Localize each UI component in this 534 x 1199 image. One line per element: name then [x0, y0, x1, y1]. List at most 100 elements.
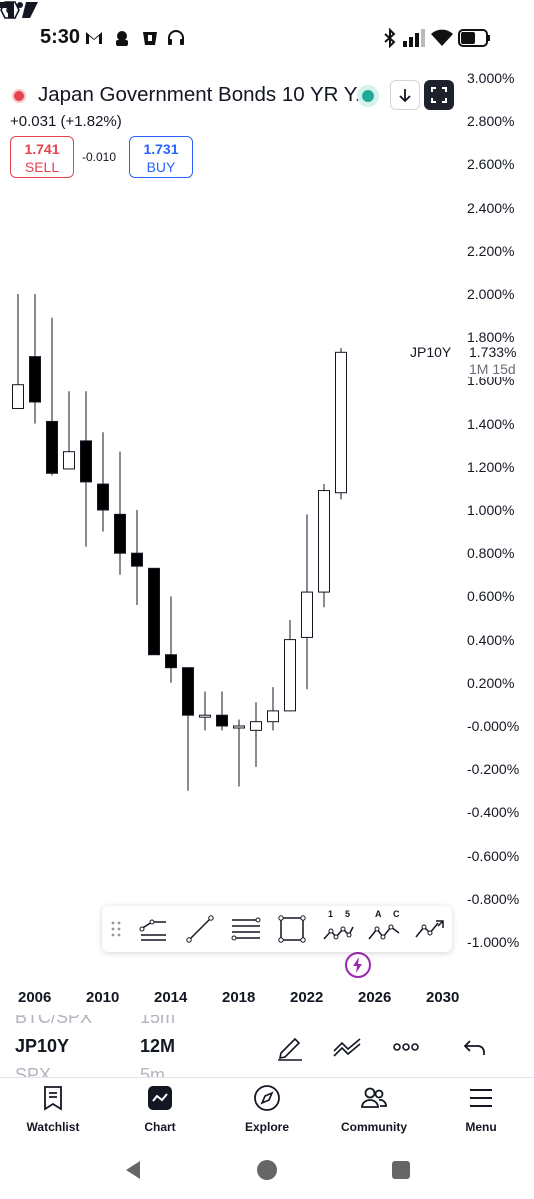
price-axis-tick: -0.000%	[467, 718, 520, 734]
nav-explore[interactable]: Explore	[222, 1084, 312, 1134]
price-axis-tick: 2.600%	[467, 156, 515, 173]
nav-menu[interactable]: Menu	[436, 1084, 526, 1134]
candle-body-up	[284, 639, 296, 712]
next-interval[interactable]: 5m	[140, 1065, 165, 1077]
pen-icon[interactable]	[275, 1033, 307, 1061]
home-icon[interactable]	[256, 1159, 278, 1181]
last-price-value: 1.733%	[469, 344, 517, 360]
price-axis-tick: -0.400%	[467, 804, 520, 821]
time-axis-tick: 2018	[222, 989, 256, 1006]
candle-body-down	[80, 440, 92, 483]
collapse-button[interactable]	[390, 80, 420, 110]
rectangle-tool-icon[interactable]	[276, 913, 308, 945]
candle[interactable]	[131, 510, 143, 606]
candle[interactable]	[182, 667, 194, 791]
time-axis-tick: 2030	[426, 989, 460, 1006]
nav-chart[interactable]: Chart	[115, 1084, 205, 1134]
time-axis-tick: 2026	[358, 989, 392, 1006]
candle-body-up	[199, 714, 211, 718]
nav-watchlist[interactable]: Watchlist	[8, 1084, 98, 1134]
system-navigation-bar[interactable]	[0, 1140, 534, 1199]
candle[interactable]	[233, 719, 245, 787]
last-price-symbol: JP10Y	[410, 344, 452, 360]
candle-body-down	[148, 567, 160, 656]
candle-body-down	[97, 483, 109, 511]
back-icon[interactable]	[122, 1159, 144, 1181]
fib-retracement-tool-icon[interactable]	[230, 913, 262, 945]
candle[interactable]	[284, 620, 296, 712]
more-icon[interactable]	[390, 1033, 422, 1061]
drawing-toolbar[interactable]: 1 5 A C	[102, 906, 452, 952]
candle-body-up	[267, 710, 279, 723]
symbol-name[interactable]: Japan Government Bonds 10 YR Y...	[38, 83, 372, 107]
candle-body-down	[29, 356, 41, 403]
market-status-icon[interactable]	[357, 85, 379, 107]
candle-body-up	[63, 451, 75, 470]
indicators-icon[interactable]	[332, 1033, 364, 1061]
candle[interactable]	[80, 391, 92, 547]
candle-body-up	[301, 591, 313, 638]
flash-icon[interactable]	[345, 952, 371, 978]
price-change: +0.031 (+1.82%)	[10, 113, 122, 130]
chart-area[interactable]: 3.000% 2.800% 2.600% 2.400% 2.200% 2.000% 1.80…	[0, 0, 534, 1015]
candle[interactable]	[165, 596, 177, 683]
candle[interactable]	[318, 484, 330, 608]
candle-body-up	[233, 725, 245, 729]
nav-watchlist-label: Watchlist	[26, 1120, 80, 1134]
recents-icon[interactable]	[390, 1159, 412, 1181]
price-axis-tick: 2.400%	[467, 199, 515, 216]
prev-symbol[interactable]: BTC/SPX	[15, 1015, 92, 1028]
bottom-navigation[interactable]: Watchlist Chart Explore Community Menu	[0, 1078, 534, 1140]
sell-price: 1.741	[24, 141, 60, 157]
candle[interactable]	[250, 702, 262, 768]
symbol-interval-bar[interactable]: BTC/SPX 15m JP10Y 12M SPX 5m	[0, 1015, 534, 1078]
elliott-wave-tool-icon[interactable]: 1 5	[322, 909, 354, 945]
candle-body-down	[165, 654, 177, 669]
candle[interactable]	[97, 432, 109, 532]
time-axis-tick: 2014	[154, 989, 188, 1006]
nav-community-label: Community	[341, 1120, 407, 1134]
chart-settings-icon[interactable]	[0, 0, 20, 20]
price-axis-tick: -1.000%	[467, 934, 520, 950]
candle[interactable]	[199, 691, 211, 731]
abcd-pattern-tool-icon[interactable]: A C	[368, 909, 400, 945]
price-axis-tick: 1.200%	[467, 458, 515, 475]
sell-button[interactable]: 1.741 SELL	[10, 136, 74, 178]
chart-icon	[148, 1086, 172, 1110]
price-axis-tick: 0.400%	[467, 631, 515, 648]
time-axis-tick: 2022	[290, 989, 324, 1006]
fullscreen-button[interactable]	[424, 80, 454, 110]
time-axis-tick: 2010	[86, 989, 120, 1006]
candle-body-down	[114, 513, 126, 554]
undo-icon[interactable]	[460, 1033, 492, 1061]
candle-body-down	[46, 420, 58, 474]
symbol-selector[interactable]: JP10Y	[15, 1036, 69, 1057]
candle[interactable]	[12, 294, 24, 409]
trend-line-tool-icon[interactable]	[184, 913, 216, 945]
candlestick-plot[interactable]	[0, 0, 534, 1015]
candle[interactable]	[148, 567, 160, 656]
drag-handle-icon[interactable]	[106, 913, 126, 945]
candle[interactable]	[29, 294, 41, 424]
sell-label: SELL	[24, 159, 60, 175]
next-symbol[interactable]: SPX	[15, 1065, 51, 1077]
buy-button[interactable]: 1.731 BUY	[129, 136, 193, 178]
candle[interactable]	[46, 317, 58, 476]
horizontal-lines-tool-icon[interactable]	[138, 913, 170, 945]
country-flag-icon	[12, 89, 26, 103]
candle[interactable]	[114, 451, 126, 575]
candle-body-up	[250, 721, 262, 731]
candle[interactable]	[216, 691, 228, 731]
path-tool-icon[interactable]	[414, 913, 446, 945]
price-axis-tick: 0.800%	[467, 545, 515, 562]
community-icon	[361, 1087, 387, 1108]
prev-interval[interactable]: 15m	[140, 1015, 175, 1028]
candle[interactable]	[301, 514, 313, 690]
candle[interactable]	[335, 348, 347, 500]
interval-selector[interactable]: 12M	[140, 1036, 175, 1057]
candle[interactable]	[267, 687, 279, 731]
price-axis-tick: 0.200%	[467, 674, 515, 691]
candle[interactable]	[63, 391, 75, 470]
candle-body-down	[131, 552, 143, 567]
nav-community[interactable]: Community	[329, 1084, 419, 1134]
